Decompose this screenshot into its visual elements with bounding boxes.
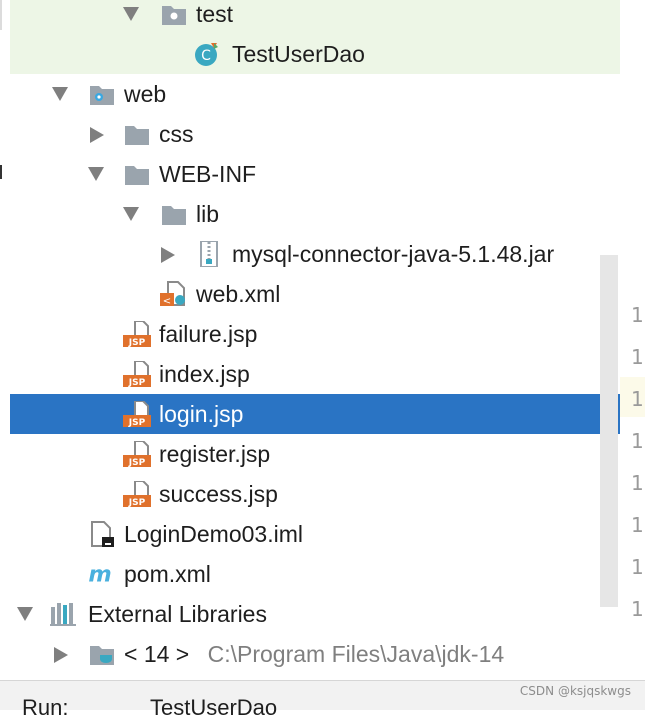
chevron-down-icon[interactable]	[52, 87, 68, 101]
jsp-icon: JSP	[123, 361, 151, 387]
line-number: 1	[631, 597, 644, 621]
svg-text:m: m	[88, 561, 111, 587]
tree-item-label: LoginDemo03.iml	[124, 521, 303, 547]
line-number: 1	[631, 429, 644, 453]
svg-text:C: C	[201, 48, 211, 64]
svg-text:JSP: JSP	[128, 338, 146, 347]
folder-icon	[162, 206, 186, 225]
left-edge-bar	[0, 0, 2, 30]
svg-text:<: <	[163, 296, 171, 307]
jsp-icon: JSP	[123, 321, 151, 347]
vertical-scrollbar[interactable]	[600, 255, 618, 607]
folder-icon	[162, 6, 186, 25]
left-edge-marker	[0, 165, 2, 179]
tree-item-label: TestUserDao	[232, 41, 365, 67]
tree-item-label: pom.xml	[124, 561, 211, 587]
tree-item-label: External Libraries	[88, 601, 267, 627]
tree-item-logindemo03-iml[interactable]: LoginDemo03.iml	[10, 514, 620, 554]
web-folder-icon	[90, 86, 114, 105]
tree-item-label: < 14 >	[124, 641, 190, 667]
tree-item-testuserdao[interactable]: C TestUserDao	[10, 34, 620, 74]
tree-item-register-jsp[interactable]: JSP register.jsp	[10, 434, 620, 474]
chevron-down-icon[interactable]	[88, 167, 104, 181]
folder-icon	[125, 126, 149, 145]
tree-item-web-inf[interactable]: WEB-INF	[10, 154, 620, 194]
tree-item-web[interactable]: web	[10, 74, 620, 114]
svg-text:JSP: JSP	[128, 498, 146, 507]
libraries-icon	[50, 603, 76, 626]
tree-item-web-xml[interactable]: < web.xml	[10, 274, 620, 314]
jsp-icon: JSP	[123, 481, 151, 507]
chevron-right-icon[interactable]	[90, 127, 104, 143]
tree-item-index-jsp[interactable]: JSP index.jsp	[10, 354, 620, 394]
tree-item-jdk[interactable]: < 14 > C:\Program Files\Java\jdk-14	[10, 634, 620, 674]
iml-icon	[91, 521, 114, 547]
svg-text:JSP: JSP	[128, 458, 146, 467]
jdk-icon	[90, 646, 114, 665]
tree-item-pom-xml[interactable]: m pom.xml	[10, 554, 620, 594]
tree-item-label: register.jsp	[159, 441, 271, 467]
jsp-icon: JSP	[123, 401, 151, 427]
maven-icon: m	[88, 561, 111, 587]
tree-item-label: test	[196, 1, 234, 27]
tree-item-css[interactable]: css	[10, 114, 620, 154]
chevron-down-icon[interactable]	[123, 207, 139, 221]
tree-item-label: css	[159, 121, 194, 147]
tree-item-failure-jsp[interactable]: JSP failure.jsp	[10, 314, 620, 354]
line-number: 1	[631, 387, 644, 411]
jdk-label-group: < 14 > C:\Program Files\Java\jdk-14	[124, 641, 504, 668]
xml-icon: <	[160, 281, 185, 307]
tree-item-label: mysql-connector-java-5.1.48.jar	[232, 241, 555, 267]
line-number: 1	[631, 303, 644, 327]
tree-item-mysql-jar[interactable]: mysql-connector-java-5.1.48.jar	[10, 234, 620, 274]
tree-item-label: WEB-INF	[159, 161, 257, 187]
folder-icon	[125, 166, 149, 185]
tree-item-lib[interactable]: lib	[10, 194, 620, 234]
jdk-path-hint: C:\Program Files\Java\jdk-14	[207, 641, 505, 667]
run-label: Run:	[22, 695, 69, 720]
svg-text:JSP: JSP	[128, 378, 146, 387]
line-number: 1	[631, 513, 644, 537]
tree-item-label: success.jsp	[159, 481, 278, 507]
chevron-right-icon[interactable]	[54, 647, 68, 663]
editor-gutter: 1 1 1 1 1 1 1 1	[620, 0, 645, 680]
svg-text:JSP: JSP	[128, 418, 146, 427]
chevron-down-icon[interactable]	[123, 7, 139, 21]
tree-item-label: login.jsp	[159, 401, 244, 427]
tree-item-label: web.xml	[196, 281, 281, 307]
line-number: 1	[631, 471, 644, 495]
run-tab-testuserdao[interactable]: TestUserDao	[150, 695, 277, 721]
tree-item-label: index.jsp	[159, 361, 250, 387]
line-number: 1	[631, 345, 644, 369]
tree-item-label: web	[124, 81, 167, 107]
class-icon: C	[195, 43, 218, 66]
chevron-right-icon[interactable]	[161, 247, 175, 263]
project-tree[interactable]: test C TestUserDao web css WEB-INF lib m…	[10, 0, 620, 680]
watermark: CSDN @ksjqskwgs	[519, 684, 631, 698]
tree-item-success-jsp[interactable]: JSP success.jsp	[10, 474, 620, 514]
tree-item-label: lib	[196, 201, 220, 227]
tree-item-test[interactable]: test	[10, 0, 620, 34]
line-number: 1	[631, 555, 644, 579]
jsp-icon: JSP	[123, 441, 151, 467]
tree-item-login-jsp[interactable]: JSP login.jsp	[10, 394, 620, 434]
jar-icon	[200, 241, 218, 267]
tree-item-label: failure.jsp	[159, 321, 258, 347]
tree-item-external-libraries[interactable]: External Libraries	[10, 594, 620, 634]
chevron-down-icon[interactable]	[17, 607, 33, 621]
